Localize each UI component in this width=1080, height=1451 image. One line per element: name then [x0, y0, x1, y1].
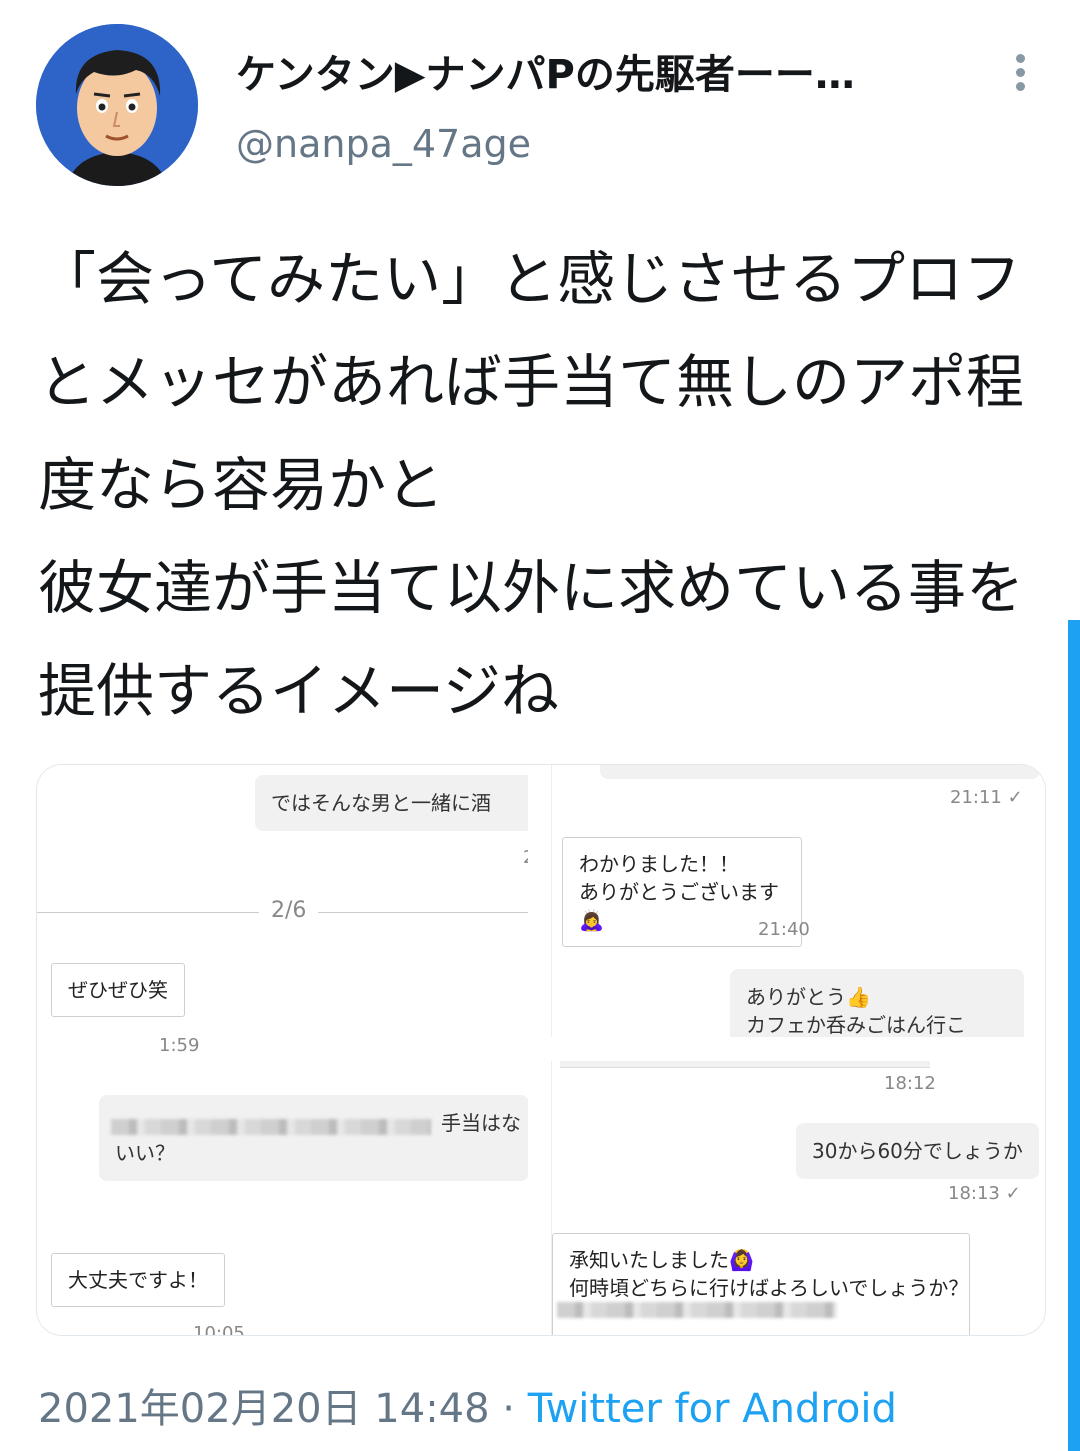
separator: ·	[489, 1386, 528, 1432]
chat-text: 手当はな	[441, 1111, 521, 1135]
chat-text: ありがとうございます🙇‍♀️	[579, 880, 779, 932]
chat-text: 承知いたしました🙆‍♀️	[569, 1248, 754, 1272]
chat-bubble-outgoing: ではそんな男と一緒に酒	[255, 775, 528, 831]
chat-text: ありがとう👍	[746, 985, 871, 1009]
chat-timestamp: 1:59	[159, 1035, 200, 1056]
tweet-timestamp[interactable]: 2021年02月20日 14:48	[38, 1386, 490, 1432]
author-handle[interactable]: @nanpa_47age	[236, 122, 531, 166]
chat-bubble-incoming: ぜひぜひ笑	[51, 963, 185, 1017]
media-image-right-top[interactable]: 21:11 ✓ わかりました！！ ありがとうございます🙇‍♀️ 21:40 あり…	[551, 765, 1045, 1037]
chat-bubble-outgoing-redacted: 手当はな いい？	[99, 1095, 528, 1181]
chat-bubble-partial	[560, 1061, 930, 1068]
chat-timestamp: 18:12	[884, 1073, 936, 1094]
redacted-text	[111, 1119, 431, 1135]
tweet-media[interactable]: ではそんな男と一緒に酒 2 2/6 ぜひぜひ笑 1:59 手当はな いい？ 大丈…	[36, 764, 1046, 1336]
chat-text: 何時頃どちらに行けばよろしいでしょうか？	[569, 1276, 969, 1300]
chat-text: カフェか呑みごはん行こ	[746, 1013, 966, 1037]
chat-bubble-incoming: 大丈夫ですよ！	[51, 1253, 225, 1307]
tweet-source-link[interactable]: Twitter for Android	[528, 1386, 897, 1432]
tweet-text: 「会ってみたい」と感じさせるプロフとメッセがあれば手当て無しのアポ程度なら容易か…	[38, 245, 1025, 725]
scrollbar[interactable]	[1068, 620, 1080, 1451]
chat-timestamp: 10:05	[193, 1323, 245, 1335]
chat-timestamp: 21:11 ✓	[950, 787, 1023, 808]
redacted-text	[557, 1302, 837, 1318]
chat-timestamp: 21:40	[758, 919, 810, 940]
date-divider-label: 2/6	[259, 898, 319, 923]
more-options-icon[interactable]	[1004, 50, 1036, 98]
chat-timestamp: 2	[523, 847, 528, 868]
author-display-name[interactable]: ケンタン▶ナンパPの先駆者ーー…	[236, 42, 936, 100]
media-image-right-bottom[interactable]: 18:12 30から60分でしょうか 18:13 ✓ 承知いたしました🙆‍♀️ …	[551, 1061, 1045, 1335]
chat-bubble-outgoing: ありがとう👍 カフェか呑みごはん行こ	[730, 969, 1024, 1037]
chat-bubble-incoming: 承知いたしました🙆‍♀️ 何時頃どちらに行けばよろしいでしょうか？	[552, 1233, 970, 1335]
chat-text: いい？	[115, 1141, 175, 1165]
chat-bubble-outgoing: 30から60分でしょうか	[796, 1123, 1039, 1179]
tweet-metadata: 2021年02月20日 14:48 · Twitter for Android	[38, 1376, 897, 1434]
chat-timestamp: 18:13 ✓	[948, 1183, 1021, 1204]
chat-text: わかりました！！	[579, 852, 739, 876]
author-avatar[interactable]	[36, 24, 198, 186]
chat-bubble-partial	[600, 765, 1040, 779]
media-image-left[interactable]: ではそんな男と一緒に酒 2 2/6 ぜひぜひ笑 1:59 手当はな いい？ 大丈…	[37, 765, 528, 1335]
